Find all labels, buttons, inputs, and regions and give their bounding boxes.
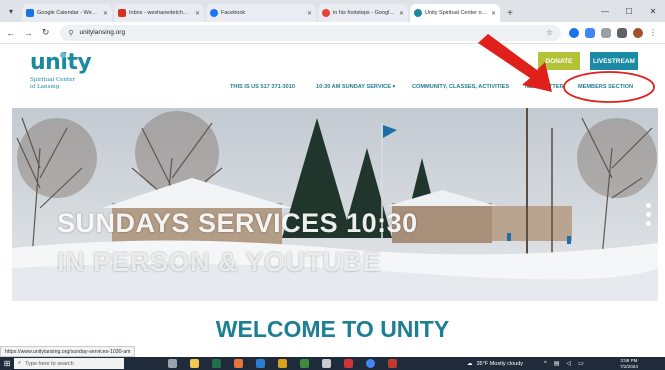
- gmail-icon: [118, 9, 126, 17]
- main-navigation: THIS IS US 517 371-3010 10:30 AM SUNDAY …: [0, 84, 665, 96]
- app-icon[interactable]: [234, 359, 243, 368]
- app-icon[interactable]: [344, 359, 353, 368]
- tab-title: Unity Spiritual Center of Lans: [425, 10, 488, 16]
- address-text: unitylansing.org: [79, 29, 126, 36]
- browser-toolbar: ← → ↻ ⚲ unitylansing.org ☆ ⋮: [0, 22, 665, 44]
- browser-tab-facebook[interactable]: Facebook ✕: [206, 4, 316, 22]
- tab-title: in his footsteps - Google Sear: [333, 10, 396, 16]
- calendar-icon: [26, 9, 34, 17]
- nav-item-phone[interactable]: THIS IS US 517 371-3010: [230, 84, 295, 90]
- welcome-heading: WELCOME TO UNITY: [215, 316, 450, 342]
- nav-item-community[interactable]: COMMUNITY, CLASSES, ACTIVITIES: [412, 84, 509, 90]
- tab-title: Google Calendar - Week of Ju: [37, 10, 100, 16]
- menu-kebab-icon[interactable]: ⋮: [649, 28, 659, 38]
- file-explorer-icon[interactable]: [190, 359, 199, 368]
- tab-search-icon[interactable]: ▾: [0, 0, 22, 22]
- forward-icon[interactable]: →: [21, 24, 34, 42]
- slider-dot[interactable]: [646, 203, 651, 208]
- windows-start-icon[interactable]: ⊞: [0, 357, 14, 370]
- search-icon: ⌕: [18, 360, 22, 366]
- window-controls: — ☐ ✕: [593, 0, 665, 22]
- taskbar-search-box[interactable]: ⌕ Type here to search: [14, 358, 124, 369]
- close-icon[interactable]: ✕: [307, 10, 312, 17]
- browser-tab-strip: ▾ Google Calendar - Week of Ju ✕ Inbox -…: [0, 0, 665, 22]
- volume-icon[interactable]: ◁: [567, 360, 572, 367]
- weather-icon: ☁: [467, 360, 473, 367]
- browser-tab-calendar[interactable]: Google Calendar - Week of Ju ✕: [22, 4, 112, 22]
- reload-icon[interactable]: ↻: [39, 24, 52, 42]
- taskbar-weather[interactable]: ☁ 35°F Mostly cloudy: [467, 357, 523, 370]
- back-icon[interactable]: ←: [4, 24, 17, 42]
- logo-dot-icon: [60, 52, 66, 58]
- system-tray: ^ ▤ ◁ ▭: [544, 357, 591, 370]
- sidepanel-icon[interactable]: [617, 27, 628, 38]
- task-view-icon[interactable]: [168, 359, 177, 368]
- windows-taskbar: ⊞ ⌕ Type here to search ☁ 35°F Mostly cl…: [0, 357, 665, 370]
- profile-avatar-icon[interactable]: [633, 27, 644, 38]
- browser-tab-google-search[interactable]: in his footsteps - Google Sear ✕: [318, 4, 408, 22]
- tab-title: Facebook: [221, 10, 246, 16]
- browser-tab-unity[interactable]: Unity Spiritual Center of Lans ✕: [410, 4, 500, 22]
- close-icon[interactable]: ✕: [399, 10, 404, 17]
- nav-item-newsletter[interactable]: NEWSLETTER: [525, 84, 564, 90]
- weather-text: 35°F Mostly cloudy: [476, 360, 524, 367]
- close-window-icon[interactable]: ✕: [641, 0, 665, 22]
- taskbar-clock[interactable]: 3:58 PM 7/2/2024: [620, 358, 638, 369]
- hero-banner: SUNDAYS SERVICES 10:30 IN PERSON & YOUTU…: [12, 108, 658, 301]
- battery-icon[interactable]: ▭: [578, 360, 584, 367]
- extension-icon[interactable]: [569, 27, 580, 38]
- chrome-icon[interactable]: [366, 359, 375, 368]
- close-icon[interactable]: ✕: [195, 10, 200, 17]
- unity-favicon-icon: [414, 9, 422, 17]
- livestream-button[interactable]: LIVESTREAM: [590, 52, 638, 70]
- facebook-icon: [210, 9, 218, 17]
- google-icon: [322, 9, 330, 17]
- chevron-up-icon[interactable]: ^: [544, 361, 547, 367]
- bookmark-star-icon[interactable]: ☆: [546, 28, 553, 37]
- hero-subheadline: IN PERSON & YOUTUBE: [57, 247, 382, 277]
- nav-item-sunday-service[interactable]: 10:30 AM SUNDAY SERVICE ▾: [316, 84, 395, 90]
- hero-headline: SUNDAYS SERVICES 10:30: [57, 208, 418, 238]
- slider-dots: [646, 203, 652, 230]
- maximize-icon[interactable]: ☐: [617, 0, 641, 22]
- clock-date: 7/2/2024: [620, 363, 638, 369]
- app-icon[interactable]: [300, 359, 309, 368]
- app-icon[interactable]: [388, 359, 397, 368]
- donate-button[interactable]: DONATE: [538, 52, 580, 70]
- app-icon[interactable]: [278, 359, 287, 368]
- browser-tab-gmail[interactable]: Inbox - weshanedetchwell@gm ✕: [114, 4, 204, 22]
- minimize-icon[interactable]: —: [593, 0, 617, 22]
- nav-item-members-section[interactable]: MEMBERS SECTION: [578, 84, 633, 90]
- new-tab-button[interactable]: +: [502, 4, 518, 22]
- close-icon[interactable]: ✕: [103, 10, 108, 17]
- taskbar-apps: [168, 359, 410, 368]
- close-icon[interactable]: ✕: [491, 10, 496, 17]
- extension-icons: ⋮: [569, 27, 665, 38]
- site-header: unity Spiritual Center of Lansing DONATE…: [0, 44, 665, 108]
- app-icon[interactable]: [322, 359, 331, 368]
- logo-wordmark: unity: [30, 50, 92, 75]
- extension-icon[interactable]: [585, 27, 596, 38]
- taskbar-search-placeholder: Type here to search: [25, 360, 74, 367]
- tab-title: Inbox - weshanedetchwell@gm: [129, 10, 192, 16]
- link-status-url: https://www.unitylansing.org/sunday-serv…: [0, 346, 136, 357]
- network-icon[interactable]: ▤: [554, 360, 560, 367]
- slider-dot[interactable]: [646, 212, 651, 217]
- extension-icon[interactable]: [601, 27, 612, 38]
- address-bar[interactable]: ⚲ unitylansing.org ☆: [60, 24, 562, 41]
- app-icon[interactable]: [256, 359, 265, 368]
- site-info-icon[interactable]: ⚲: [68, 29, 73, 37]
- slider-dot[interactable]: [646, 221, 651, 226]
- excel-icon[interactable]: [212, 359, 221, 368]
- clock-time: 3:58 PM: [620, 358, 638, 363]
